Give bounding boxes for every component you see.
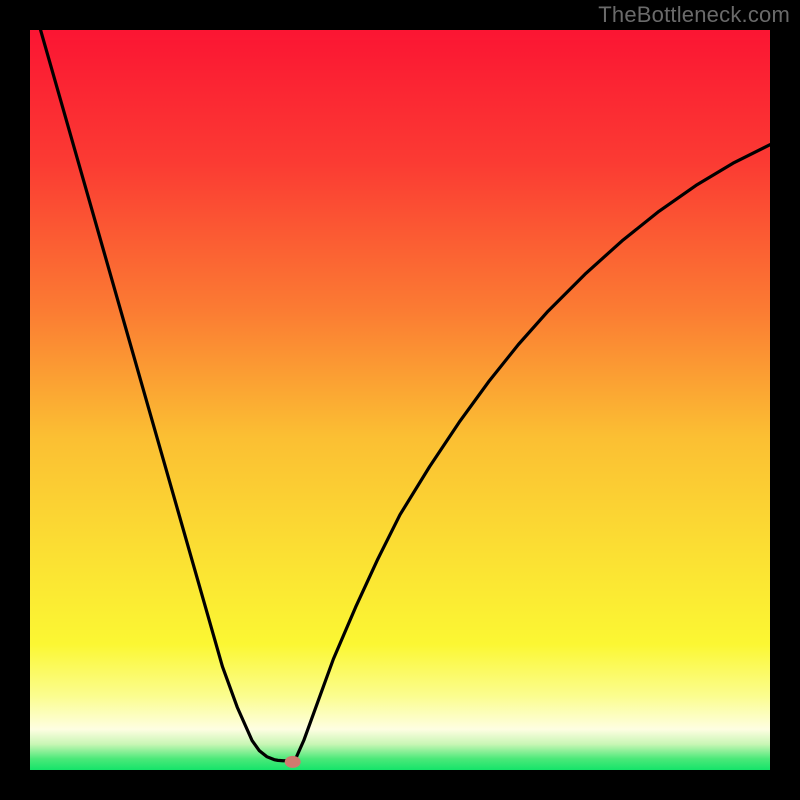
watermark-text: TheBottleneck.com bbox=[598, 2, 790, 28]
chart-frame: TheBottleneck.com bbox=[0, 0, 800, 800]
optimal-point-marker bbox=[285, 756, 301, 768]
gradient-background bbox=[30, 30, 770, 770]
chart-svg bbox=[30, 30, 770, 770]
bottleneck-chart bbox=[30, 30, 770, 770]
